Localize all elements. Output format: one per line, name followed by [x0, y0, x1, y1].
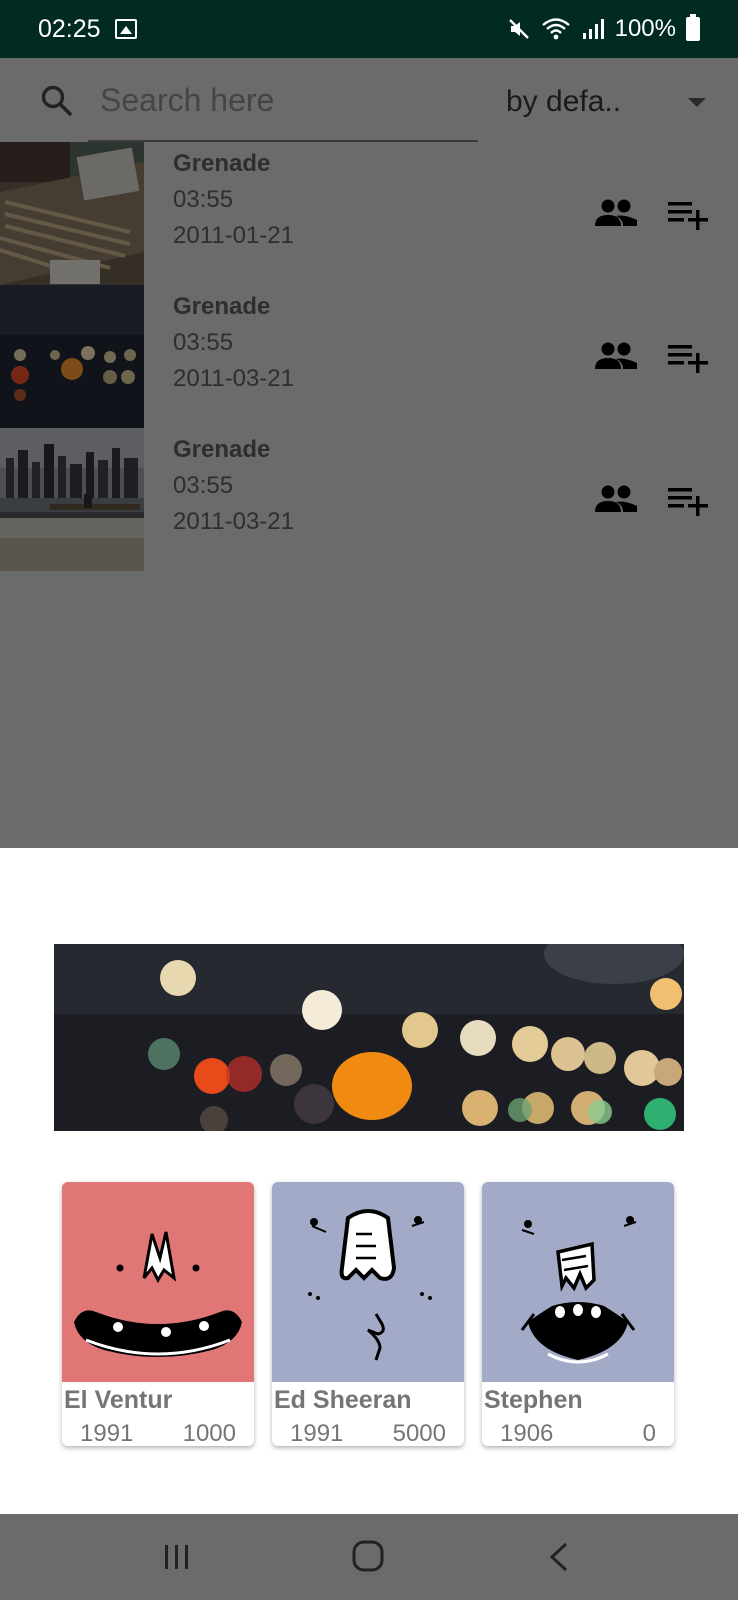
wifi-icon — [541, 18, 570, 40]
artist-count: 0 — [642, 1420, 656, 1446]
song-row[interactable]: Grenade 03:55 2011-03-21 — [0, 285, 738, 428]
artist-year: 1991 — [290, 1420, 344, 1446]
system-nav-bar — [0, 1514, 738, 1600]
artist-count: 5000 — [392, 1420, 446, 1446]
playlist-add-icon[interactable] — [668, 200, 708, 230]
song-title: Grenade — [173, 150, 271, 177]
main-screen-dimmed[interactable]: by defa.. — [0, 58, 738, 848]
artist-avatar — [272, 1182, 464, 1382]
song-title: Grenade — [173, 293, 271, 320]
song-list: Grenade 03:55 2011-01-21 Grenade 03:55 2… — [0, 142, 738, 571]
artist-card[interactable]: Ed Sheeran 1991 5000 — [272, 1182, 464, 1446]
song-detail-sheet: El Ventur 1991 1000 Ed Sheeran 1991 5000… — [0, 848, 738, 1514]
artist-card[interactable]: Stephen 1906 0 — [482, 1182, 674, 1446]
song-title: Grenade — [173, 436, 271, 463]
artist-avatar — [62, 1182, 254, 1382]
chevron-down-icon — [688, 98, 706, 107]
song-thumbnail — [0, 142, 144, 285]
song-duration: 03:55 — [173, 472, 234, 499]
artist-name: Ed Sheeran — [274, 1386, 412, 1414]
artist-name: Stephen — [484, 1386, 583, 1414]
song-date: 2011-01-21 — [173, 222, 294, 249]
artist-count: 1000 — [182, 1420, 236, 1446]
song-date: 2011-03-21 — [173, 365, 294, 392]
artists-icon[interactable] — [594, 198, 638, 228]
song-date: 2011-03-21 — [173, 508, 294, 535]
artists-icon[interactable] — [594, 484, 638, 514]
song-thumbnail — [0, 428, 144, 571]
song-row[interactable]: Grenade 03:55 2011-03-21 — [0, 428, 738, 571]
image-icon — [114, 19, 137, 39]
status-bar: 02:25 100% — [0, 0, 738, 58]
status-time: 02:25 — [38, 14, 101, 43]
status-right: 100% — [507, 14, 700, 43]
artist-card[interactable]: El Ventur 1991 1000 — [62, 1182, 254, 1446]
signal-icon — [582, 19, 604, 39]
song-duration: 03:55 — [173, 186, 234, 213]
search-bar: by defa.. — [0, 58, 738, 142]
song-row[interactable]: Grenade 03:55 2011-01-21 — [0, 142, 738, 285]
sort-selected-label: by defa.. — [506, 85, 622, 118]
song-banner-image — [54, 944, 684, 1131]
playlist-add-icon[interactable] — [668, 343, 708, 373]
search-icon — [41, 85, 73, 117]
artist-year: 1991 — [80, 1420, 134, 1446]
sort-dropdown[interactable]: by defa.. — [506, 78, 716, 126]
artist-name: El Ventur — [64, 1386, 173, 1414]
search-input[interactable] — [100, 76, 460, 124]
artists-icon[interactable] — [594, 341, 638, 371]
home-icon[interactable] — [352, 1540, 384, 1572]
artist-list: El Ventur 1991 1000 Ed Sheeran 1991 5000… — [62, 1182, 682, 1448]
song-duration: 03:55 — [173, 329, 234, 356]
mute-icon — [508, 19, 529, 39]
battery-icon — [686, 14, 700, 41]
recents-icon[interactable] — [162, 1544, 192, 1570]
back-icon[interactable] — [548, 1542, 570, 1572]
playlist-add-icon[interactable] — [668, 486, 708, 516]
song-thumbnail — [0, 285, 144, 428]
artist-avatar — [482, 1182, 674, 1382]
battery-text: 100% — [614, 15, 676, 42]
artist-year: 1906 — [500, 1420, 554, 1446]
